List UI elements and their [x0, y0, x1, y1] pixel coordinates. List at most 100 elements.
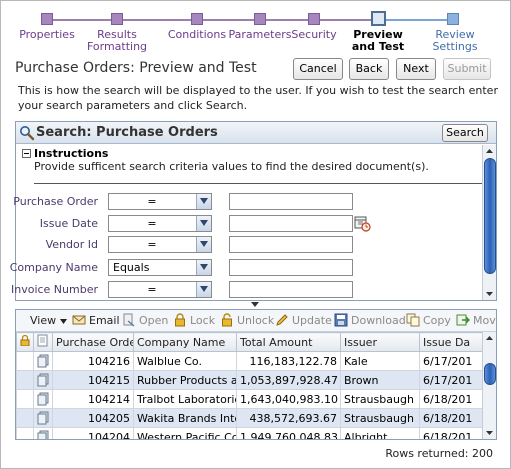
back-button[interactable]: Back: [349, 58, 389, 80]
view-menu[interactable]: View: [30, 313, 67, 329]
caret-down-icon: [59, 319, 67, 324]
train-stop-parameters[interactable]: [254, 13, 266, 25]
instructions-collapse-icon[interactable]: [22, 149, 31, 158]
cell-purchase-order: 104214: [52, 389, 134, 409]
search-scrollbar[interactable]: [482, 145, 496, 300]
move-icon: [456, 314, 470, 326]
chevron-down-icon[interactable]: [196, 237, 211, 252]
next-button[interactable]: Next: [396, 58, 436, 80]
envelope-icon: [72, 315, 86, 325]
cancel-button[interactable]: Cancel: [293, 58, 343, 80]
field-row-purchase-order: Purchase Order =: [13, 193, 486, 211]
lock-icon: [175, 313, 185, 327]
cell-issue-date: 6/18/201: [419, 427, 482, 439]
page-title: Purchase Orders: Preview and Test: [15, 60, 257, 76]
scroll-up-icon[interactable]: [484, 146, 495, 157]
doc-column-header[interactable]: [33, 332, 53, 352]
cell-total-amount: 116,183,122.78: [236, 351, 341, 371]
collapse-arrow-icon[interactable]: [247, 301, 263, 308]
issue-date-input[interactable]: [229, 215, 353, 232]
cell-total-amount: 1,949,760,048.83: [236, 427, 341, 439]
train-stop-review-settings[interactable]: [447, 13, 459, 25]
train-stop-properties[interactable]: [41, 13, 53, 25]
column-header-total-amount[interactable]: Total Amount: [236, 332, 341, 352]
document-icon[interactable]: [37, 373, 49, 387]
cell-company-name: Wakita Brands Intern: [133, 408, 237, 428]
field-label: Purchase Order: [13, 195, 98, 208]
search-panel-header: Search: Purchase Orders Search: [16, 122, 496, 144]
field-row-company-name: Company Name Equals: [10, 259, 486, 277]
column-header-issue-date[interactable]: Issue Da: [419, 332, 482, 352]
chevron-down-icon[interactable]: [196, 216, 211, 231]
instructions-divider: [34, 183, 482, 184]
panel-splitter[interactable]: [15, 301, 497, 309]
invoice-number-input[interactable]: [229, 281, 353, 298]
scrollbar-thumb[interactable]: [484, 158, 496, 274]
cell-issuer: Kale: [340, 351, 420, 371]
operator-select[interactable]: =: [108, 193, 212, 210]
field-row-issue-date: Issue Date =: [16, 215, 486, 233]
cell-total-amount: 438,572,693.67: [236, 408, 341, 428]
chevron-down-icon[interactable]: [196, 260, 211, 275]
document-icon[interactable]: [37, 392, 49, 406]
column-header-company-name[interactable]: Company Name: [133, 332, 237, 352]
chevron-down-icon[interactable]: [196, 194, 211, 209]
scroll-up-icon[interactable]: [484, 333, 495, 344]
cell-issuer: Brown: [340, 370, 420, 390]
submit-button: Submit: [443, 58, 491, 80]
operator-select[interactable]: =: [108, 281, 212, 298]
scrollbar-thumb[interactable]: [484, 363, 496, 385]
train-label-security[interactable]: Security: [269, 29, 359, 41]
table-header-row: Purchase Order Company Name Total Amount…: [16, 332, 482, 352]
train-label-results-formatting[interactable]: Results Formatting: [72, 29, 162, 53]
results-scrollbar[interactable]: [482, 332, 496, 439]
cell-purchase-order: 104216: [52, 351, 134, 371]
download-button: Download: [334, 313, 406, 329]
cell-issuer: Strausbaugh: [340, 408, 420, 428]
column-header-purchase-order[interactable]: Purchase Order: [52, 332, 134, 352]
train-stop-results-formatting[interactable]: [111, 13, 123, 25]
purchase-order-input[interactable]: [229, 193, 353, 210]
column-header-issuer[interactable]: Issuer: [340, 332, 420, 352]
document-icon[interactable]: [37, 430, 49, 439]
magnifier-icon: [20, 126, 35, 141]
company-name-input[interactable]: [229, 259, 353, 276]
cell-company-name: Rubber Products and: [133, 370, 237, 390]
vendor-id-input[interactable]: [229, 236, 353, 253]
document-icon[interactable]: [37, 354, 49, 368]
intro-text: This is how the search will be displayed…: [18, 84, 498, 112]
scroll-down-icon[interactable]: [484, 288, 495, 299]
floppy-disk-icon: [334, 313, 348, 327]
table-row[interactable]: 104205 Wakita Brands Intern 438,572,693.…: [16, 408, 482, 428]
email-button[interactable]: Email: [72, 313, 120, 329]
search-button[interactable]: Search: [442, 124, 488, 142]
table-row[interactable]: 104204 Western Pacific Corpo 1,949,760,0…: [16, 427, 482, 439]
document-icon[interactable]: [37, 411, 49, 425]
train-stop-security[interactable]: [308, 13, 320, 25]
cell-purchase-order: 104204: [52, 427, 134, 439]
lock-column-header[interactable]: [16, 332, 34, 352]
update-button: Update: [275, 313, 332, 329]
train-label-review-settings[interactable]: Review Settings: [425, 29, 485, 53]
operator-select[interactable]: Equals: [108, 259, 212, 276]
table-row[interactable]: 104214 Tralbot Laboratories 1,643,040,98…: [16, 389, 482, 409]
search-panel: Search: Purchase Orders Search Instructi…: [10, 121, 497, 301]
search-panel-title: Search: Purchase Orders: [36, 125, 218, 140]
cell-issuer: Albright: [340, 427, 420, 439]
rows-returned-count: Rows returned: 200: [385, 447, 493, 460]
chevron-down-icon[interactable]: [196, 282, 211, 297]
cell-issue-date: 6/17/201: [419, 370, 482, 390]
table-row[interactable]: 104216 Walblue Co. 116,183,122.78 Kale 6…: [16, 351, 482, 371]
operator-select[interactable]: =: [108, 236, 212, 253]
train-line-future: [378, 19, 453, 21]
field-label: Company Name: [9, 261, 98, 274]
calendar-icon[interactable]: [354, 215, 371, 232]
process-train: Properties Results Formatting Conditions…: [0, 8, 511, 58]
open-document-icon: [123, 313, 135, 327]
train-stop-conditions[interactable]: [191, 13, 203, 25]
train-stop-preview-and-test: [371, 11, 386, 26]
scroll-down-icon[interactable]: [484, 427, 495, 438]
operator-select[interactable]: =: [108, 215, 212, 232]
cell-purchase-order: 104205: [52, 408, 134, 428]
table-row[interactable]: 104215 Rubber Products and 1,053,897,928…: [16, 370, 482, 390]
